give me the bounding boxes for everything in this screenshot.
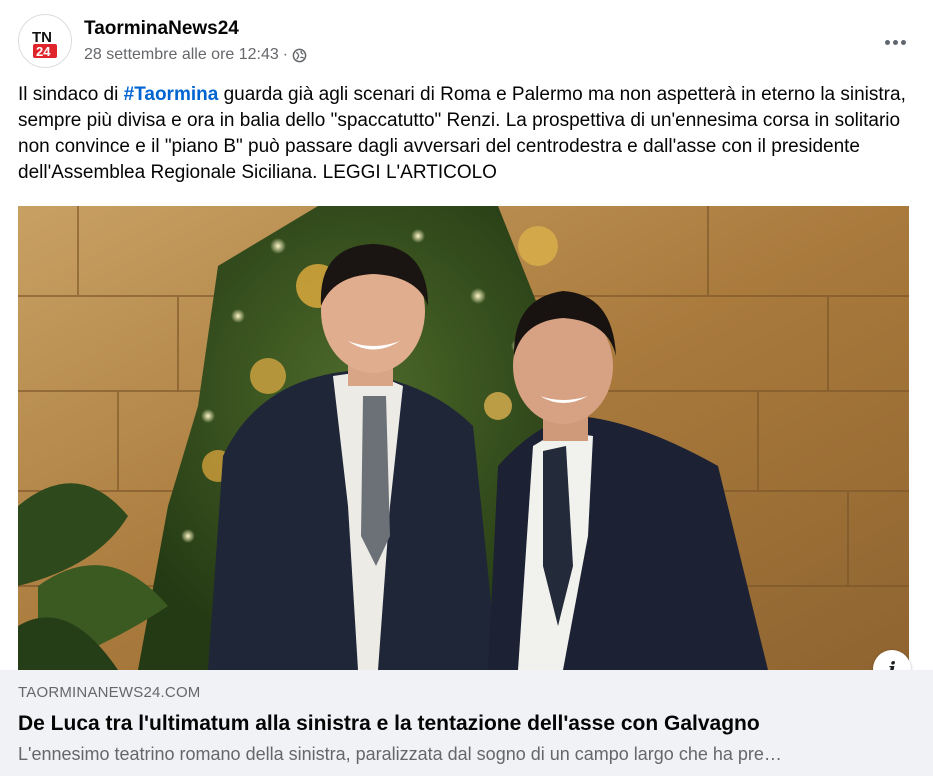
link-domain: TAORMINANEWS24.COM [18,684,201,701]
post-meta: 28 settembre alle ore 12:43 · [84,46,307,64]
link-title[interactable]: De Luca tra l'ultimatum alla sinistra e … [18,712,760,736]
link-preview-image[interactable] [18,206,909,670]
page-name[interactable]: TaorminaNews24 [84,18,239,40]
svg-text:24: 24 [36,44,51,59]
more-horizontal-icon [884,39,906,45]
two-men-christmas-tree-photo [18,206,909,670]
hashtag-link[interactable]: #Taormina [124,84,219,105]
link-preview-card[interactable]: TAORMINANEWS24.COM De Luca tra l'ultimat… [0,670,933,776]
link-description: L'ennesimo teatrino romano della sinistr… [18,744,782,764]
post-text: Il sindaco di #Taormina guarda già agli … [18,82,908,186]
globe-icon[interactable] [292,48,307,63]
page-avatar[interactable]: TN 24 [18,14,72,68]
tn24-logo: TN 24 [32,29,57,59]
post-text-start: Il sindaco di [18,84,124,105]
facebook-post: TN 24 TaorminaNews24 28 settembre alle o… [0,0,933,776]
meta-separator: · [282,46,289,63]
post-timestamp[interactable]: 28 settembre alle ore 12:43 [84,46,279,64]
post-header: TN 24 TaorminaNews24 28 settembre alle o… [18,14,933,70]
more-options-button[interactable] [877,24,913,60]
